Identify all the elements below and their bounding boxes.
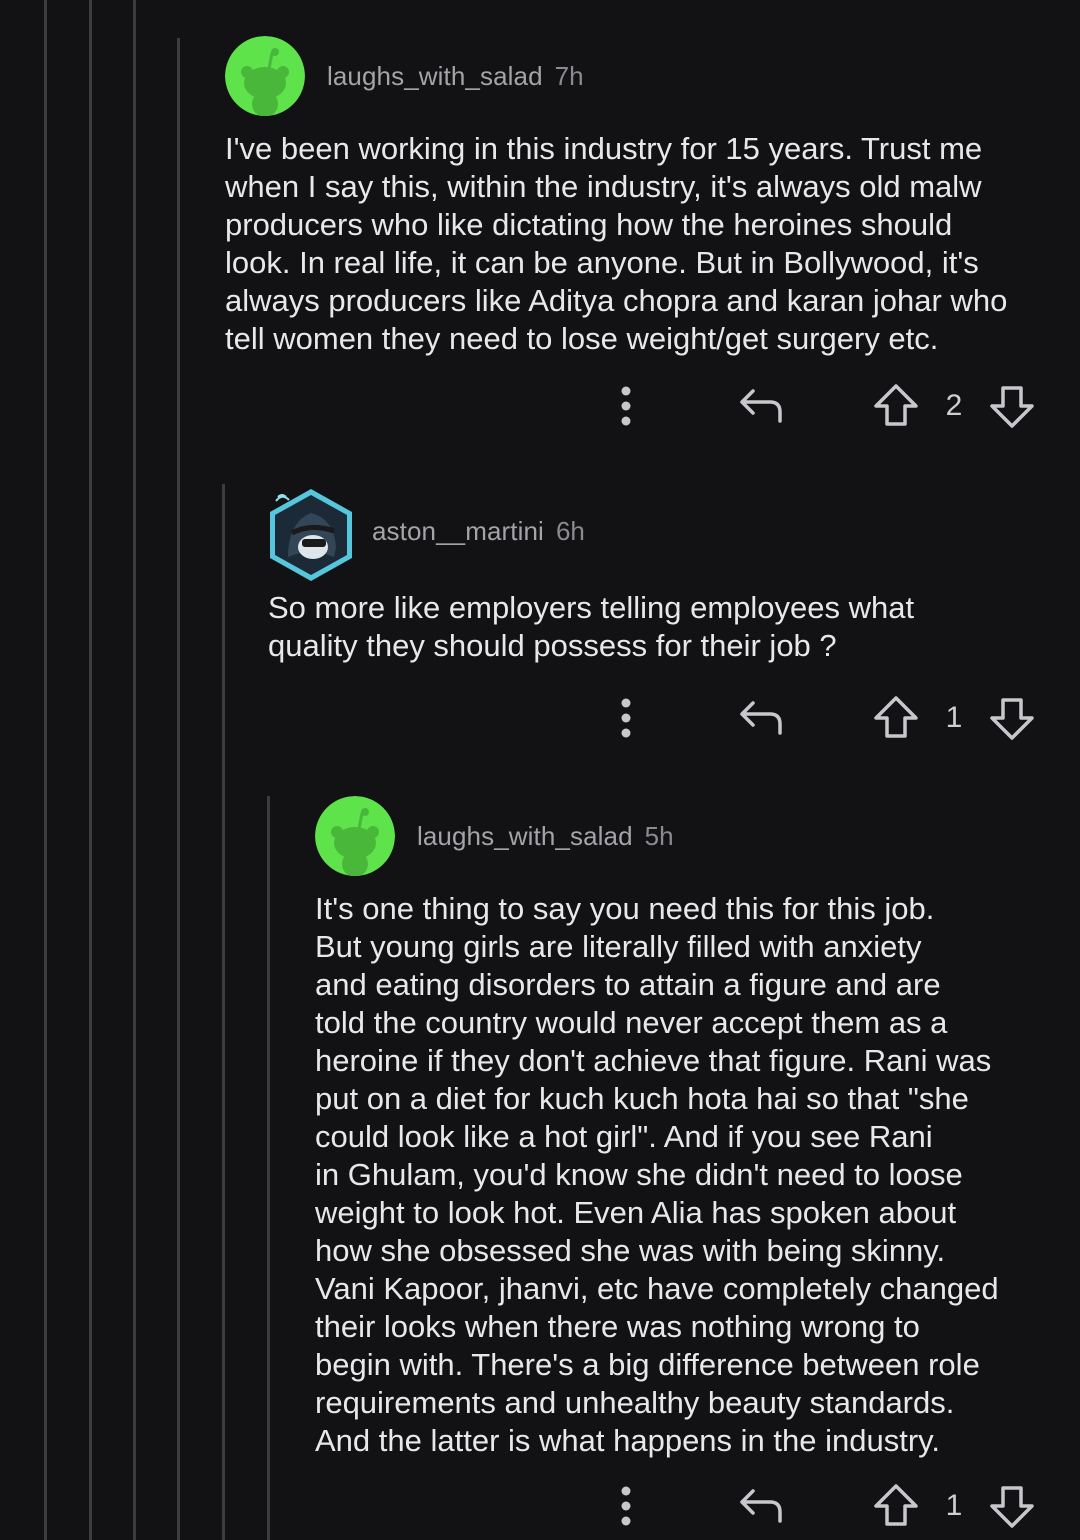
comment-actions: 1	[600, 688, 1040, 748]
thread-line	[44, 0, 47, 1540]
username[interactable]: aston__martini	[372, 516, 544, 547]
upvote-arrow-icon[interactable]	[872, 376, 920, 436]
comment: aston__martini 6h So more like employers…	[268, 489, 1048, 665]
comment-body: So more like employers telling employees…	[268, 590, 915, 663]
hooded-character-avatar-icon[interactable]	[268, 489, 352, 581]
username[interactable]: laughs_with_salad	[327, 61, 543, 92]
vote-count: 1	[945, 701, 963, 734]
downvote-arrow-icon[interactable]	[988, 688, 1036, 748]
comment-header: aston__martini 6h	[268, 489, 1048, 581]
upvote-arrow-icon[interactable]	[872, 1476, 920, 1536]
reply-arrow-icon[interactable]	[736, 688, 788, 748]
more-options-icon[interactable]	[616, 688, 636, 748]
comment-body: I've been working in this industry for 1…	[225, 131, 1008, 356]
reply-arrow-icon[interactable]	[736, 376, 788, 436]
downvote-arrow-icon[interactable]	[988, 1476, 1036, 1536]
username[interactable]: laughs_with_salad	[417, 821, 633, 852]
thread-line	[267, 796, 270, 1540]
thread-line	[222, 484, 225, 1540]
comment: laughs_with_salad 7h I've been working i…	[225, 36, 1055, 358]
comment-actions: 2	[600, 376, 1040, 436]
comment-header: laughs_with_salad 7h	[225, 36, 1055, 116]
downvote-arrow-icon[interactable]	[988, 376, 1036, 436]
comment-age: 5h	[644, 820, 674, 851]
thread-line	[177, 38, 180, 1540]
comment-age: 6h	[555, 515, 585, 546]
snoo-avatar-icon[interactable]	[315, 796, 395, 876]
comment-actions: 1	[600, 1476, 1040, 1536]
thread-line	[89, 0, 92, 1540]
comment-age: 7h	[554, 60, 584, 91]
thread-line	[133, 0, 136, 1540]
comment-header: laughs_with_salad 5h	[315, 796, 1060, 876]
comment: laughs_with_salad 5h It's one thing to s…	[315, 796, 1060, 1460]
vote-count: 2	[945, 389, 963, 422]
snoo-avatar-icon[interactable]	[225, 36, 305, 116]
reply-arrow-icon[interactable]	[736, 1476, 788, 1536]
more-options-icon[interactable]	[616, 376, 636, 436]
more-options-icon[interactable]	[616, 1476, 636, 1536]
vote-count: 1	[945, 1489, 963, 1522]
upvote-arrow-icon[interactable]	[872, 688, 920, 748]
comment-body: It's one thing to say you need this for …	[315, 891, 999, 1458]
